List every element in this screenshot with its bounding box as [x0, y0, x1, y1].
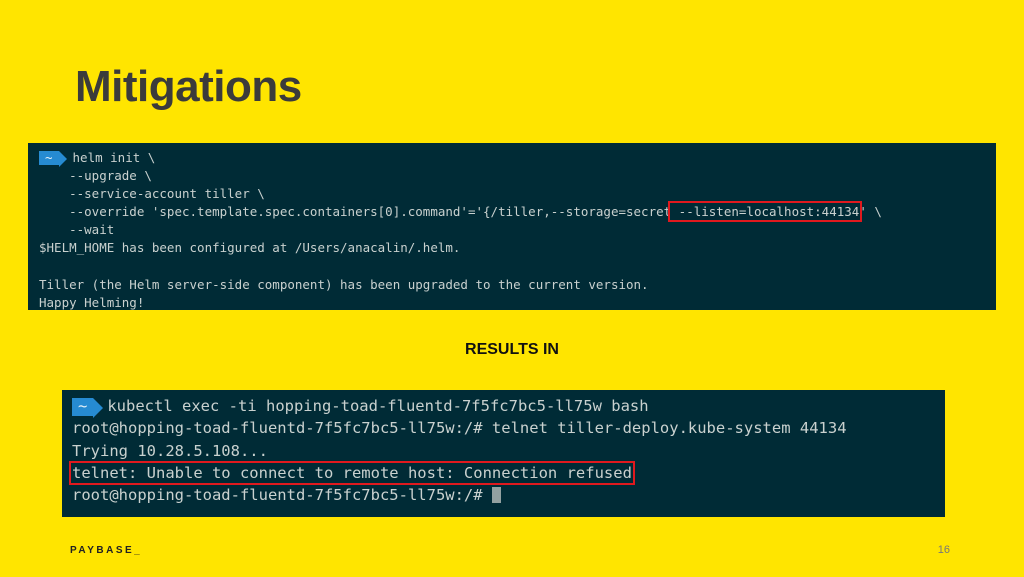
connection-refused-highlight: telnet: Unable to connect to remote host… [69, 460, 635, 485]
terminal-line: --upgrade \ [39, 168, 152, 184]
terminal-line: telnet: Unable to connect to remote host… [69, 460, 847, 485]
slide-title: Mitigations [75, 62, 302, 111]
terminal-line: --service-account tiller \ [39, 186, 265, 202]
terminal-line: root@hopping-toad-fluentd-7f5fc7bc5-ll75… [72, 419, 847, 438]
override-tail: ' \ [859, 204, 882, 220]
prompt-badge: ~ [39, 150, 66, 168]
terminal-line: ~ kubectl exec -ti hopping-toad-fluentd-7… [72, 395, 847, 418]
terminal-telnet[interactable]: ~ kubectl exec -ti hopping-toad-fluentd-7… [62, 390, 945, 517]
terminal-line: Tiller (the Helm server-side component) … [39, 276, 649, 292]
prompt-badge: ~ [72, 397, 104, 418]
brand-logo: PAYBASE_ [70, 545, 143, 556]
results-label: RESULTS IN [465, 341, 559, 358]
terminal-line: --wait [39, 222, 115, 238]
command-text: kubectl exec -ti hopping-toad-fluentd-7f… [107, 397, 649, 415]
terminal-line: ~ helm init \ [39, 149, 882, 168]
terminal-helm-init[interactable]: ~ helm init \ --upgrade \ --service-accou… [28, 143, 996, 310]
terminal-line: root@hopping-toad-fluentd-7f5fc7bc5-ll75… [72, 484, 847, 506]
command-text: helm init \ [72, 150, 156, 165]
terminal-line: Happy Helming! [39, 294, 145, 310]
shell-prompt: root@hopping-toad-fluentd-7f5fc7bc5-ll75… [72, 486, 492, 505]
terminal-line: $HELM_HOME has been configured at /Users… [39, 240, 461, 256]
terminal-line: Trying 10.28.5.108... [72, 441, 268, 460]
cursor-block [491, 487, 501, 504]
override-text: --override 'spec.template.spec.container… [39, 204, 672, 220]
listen-flag-highlight: --listen=localhost:44134 [668, 201, 863, 223]
terminal-line: --override 'spec.template.spec.container… [39, 201, 882, 223]
page-number: 16 [937, 544, 950, 556]
